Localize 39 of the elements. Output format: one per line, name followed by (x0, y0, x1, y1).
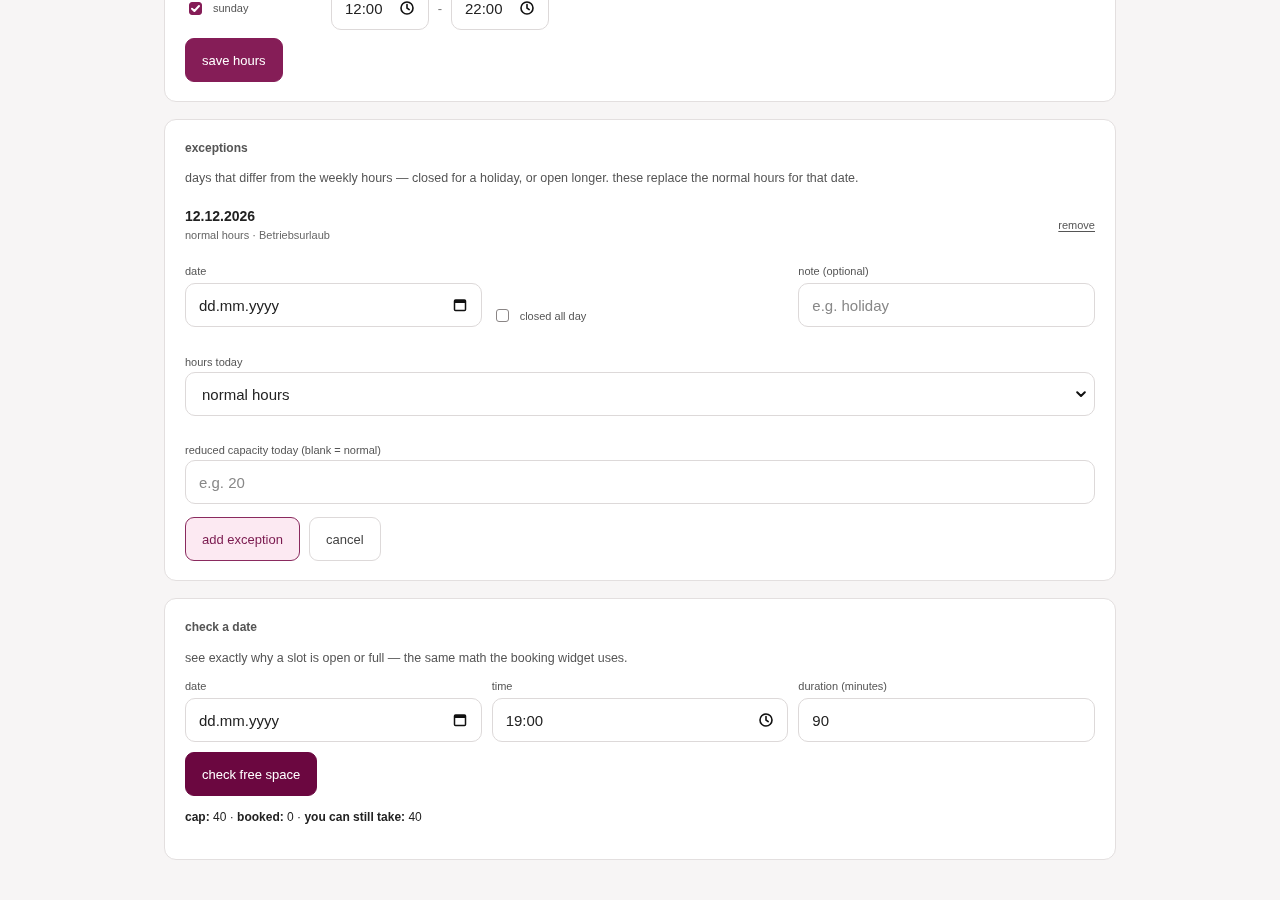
section-title: exceptions (185, 140, 249, 156)
field-label: time (491, 679, 514, 693)
capacity-input[interactable]: e.g. 20 (185, 460, 1095, 504)
field-label: duration (minutes) (798, 679, 888, 693)
field-label: reduced capacity today (blank = normal) (185, 443, 382, 457)
calendar-icon (452, 298, 467, 312)
field-label: note (optional) (798, 264, 870, 278)
remove-link[interactable]: remove (1058, 219, 1095, 231)
checkbox-label: closed all day (519, 309, 587, 323)
duration-field[interactable]: 90 (798, 698, 1095, 742)
result-text: cap: 40 · booked: 0 · you can still take: 40 (185, 810, 423, 825)
cancel-button[interactable]: cancel (308, 517, 381, 561)
exception-date: 12.12.2026 (185, 208, 257, 225)
clock-icon (400, 1, 414, 15)
time-field[interactable]: 22:00 (451, 0, 549, 30)
time-field[interactable]: 19:00 (491, 698, 789, 742)
exception-detail: normal hours · Betriebsurlaub (185, 228, 330, 242)
section-description: days that differ from the weekly hours — closed for a holiday, or open longer. these replace the normal hours for that date. (185, 170, 860, 186)
clock-icon (759, 713, 774, 727)
note-input[interactable]: e.g. holiday (798, 283, 1095, 327)
hours-select[interactable]: normal hours (185, 372, 1095, 416)
calendar-icon (452, 713, 467, 727)
time-field[interactable]: 12:00 (331, 0, 429, 30)
chevron-down-icon (1076, 390, 1086, 398)
field-label: date (185, 679, 208, 693)
checkbox[interactable] (495, 309, 509, 322)
save-hours-button[interactable]: save hours (185, 38, 283, 82)
date-field[interactable]: dd.mm.yyyy (185, 283, 482, 327)
field-label: hours today (185, 355, 244, 369)
field-label: date (185, 264, 208, 278)
separator-text: - (436, 0, 444, 16)
clock-icon (520, 1, 534, 15)
day-label: sunday (213, 2, 249, 14)
date-field[interactable]: dd.mm.yyyy (185, 698, 482, 742)
check-free-space-button[interactable]: check free space (185, 752, 318, 796)
section-description: see exactly why a slot is open or full — the same math the booking widget uses. (185, 650, 629, 666)
add-exception-button[interactable]: add exception (185, 517, 300, 561)
checkbox[interactable] (189, 1, 202, 15)
section-title: check a date (185, 619, 259, 635)
